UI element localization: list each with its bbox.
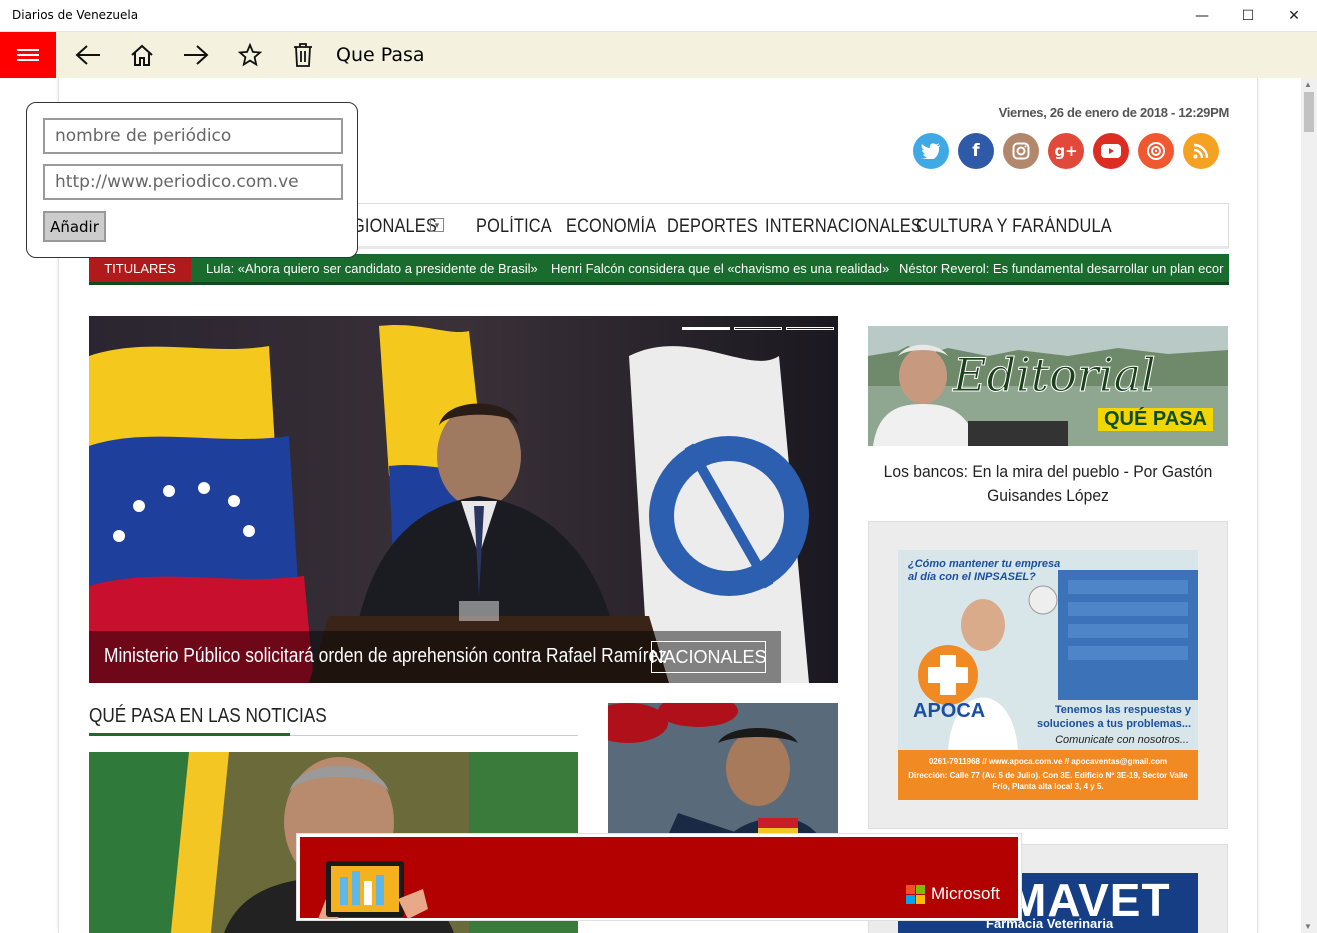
- facebook-icon[interactable]: f: [958, 133, 994, 169]
- social-links: f g+: [913, 133, 1219, 169]
- ticker-headline[interactable]: Néstor Reverol: Es fundamental desarroll…: [899, 261, 1223, 276]
- add-newspaper-popup: Añadir: [26, 102, 358, 258]
- back-button[interactable]: [68, 32, 108, 78]
- youtube-icon[interactable]: [1093, 133, 1129, 169]
- microsoft-ad: Microsoft: [300, 837, 1018, 919]
- editorial-brand: QUÉ PASA: [1098, 408, 1213, 431]
- slider-dot[interactable]: [682, 327, 730, 330]
- window-title: Diarios de Venezuela: [12, 8, 139, 22]
- ticker-headline[interactable]: Lula: «Ahora quiero ser candidato a pres…: [206, 261, 538, 276]
- tablet-illustration: [318, 861, 428, 919]
- microsoft-logo-icon: [906, 884, 925, 904]
- menu-item-deportes[interactable]: DEPORTES: [667, 216, 758, 238]
- apoca-contact: 0261-7911968 // www.apoca.com.ve // apoc…: [928, 757, 1168, 766]
- slider-dots: [682, 327, 834, 330]
- newspaper-url-input[interactable]: [43, 164, 343, 200]
- podcast-icon[interactable]: [1138, 133, 1174, 169]
- menu-item-economia[interactable]: ECONOMÍA: [566, 216, 656, 238]
- maximize-button[interactable]: ☐: [1225, 0, 1271, 32]
- apoca-ad[interactable]: ¿Cómo mantener tu empresa al día con el …: [898, 550, 1198, 800]
- favorite-button[interactable]: [230, 32, 270, 78]
- window-titlebar: Diarios de Venezuela — ☐ ✕: [0, 0, 1317, 32]
- scroll-down-icon[interactable]: ▼: [1304, 922, 1312, 931]
- close-button[interactable]: ✕: [1271, 0, 1317, 32]
- delete-button[interactable]: [283, 32, 323, 78]
- forward-button[interactable]: [176, 32, 216, 78]
- hamburger-menu-button[interactable]: [0, 32, 56, 78]
- site-date: Viernes, 26 de enero de 2018 - 12:29PM: [998, 105, 1230, 120]
- menu-item-regionales[interactable]: GIONALES: [352, 216, 437, 238]
- featured-headline[interactable]: Ministerio Público solicitará orden de a…: [104, 645, 667, 668]
- arrow-right-icon: [184, 45, 209, 65]
- ticker-headline[interactable]: Henri Falcón considera que el «chavismo …: [551, 261, 889, 276]
- menu-item-politica[interactable]: POLÍTICA: [476, 216, 552, 238]
- editorial-caption[interactable]: Los bancos: En la mira del pueblo - Por …: [882, 460, 1213, 508]
- menu-item-internacionales[interactable]: INTERNACIONALES: [765, 216, 922, 238]
- featured-caption: Ministerio Público solicitará orden de a…: [89, 631, 781, 683]
- scroll-up-icon[interactable]: ▲: [1304, 80, 1312, 89]
- google-plus-icon[interactable]: g+: [1048, 133, 1084, 169]
- current-paper-title: Que Pasa: [336, 44, 425, 66]
- svg-text:Editorial: Editorial: [952, 348, 1156, 402]
- hamburger-line: [17, 49, 39, 51]
- newspaper-name-input[interactable]: [43, 118, 343, 154]
- menu-item-cultura[interactable]: CULTURA Y FARÁNDULA: [916, 216, 1112, 238]
- chevron-down-icon[interactable]: ▾: [430, 218, 444, 232]
- trash-icon: [294, 43, 312, 67]
- twitter-icon[interactable]: [913, 133, 949, 169]
- hamburger-line: [17, 54, 39, 56]
- featured-category-tag[interactable]: NACIONALES: [650, 641, 767, 673]
- home-icon: [131, 44, 153, 66]
- arrow-left-icon: [75, 45, 100, 65]
- hamburger-line: [17, 59, 39, 61]
- apoca-address: Dirección: Calle 77 (Av. 5 de Julio). Co…: [908, 771, 1188, 791]
- apoca-brand: APOCA: [913, 700, 986, 722]
- bottom-ad-banner[interactable]: Microsoft: [296, 833, 1022, 921]
- slider-dot[interactable]: [734, 327, 782, 330]
- sidebar-ad-box: ¿Cómo mantener tu empresa al día con el …: [868, 521, 1228, 829]
- instagram-icon[interactable]: [1003, 133, 1039, 169]
- app-toolbar: Que Pasa: [0, 32, 1317, 78]
- editorial-banner[interactable]: Editorial QUÉ PASA: [868, 326, 1228, 446]
- section-title: QUÉ PASA EN LAS NOTICIAS: [89, 705, 327, 727]
- apoca-tagline: Tenemos las respuestas y soluciones a tu…: [1036, 704, 1191, 730]
- vertical-scrollbar[interactable]: ▲ ▼: [1301, 78, 1317, 933]
- ticker-label: TITULARES: [89, 254, 191, 282]
- featured-photo: [89, 316, 838, 683]
- headlines-ticker: TITULARES Lula: «Ahora quiero ser candid…: [89, 254, 1229, 285]
- home-button[interactable]: [122, 32, 162, 78]
- add-newspaper-button[interactable]: Añadir: [43, 211, 106, 242]
- microsoft-brand-text: Microsoft: [931, 884, 1000, 903]
- slider-dot[interactable]: [786, 327, 834, 330]
- rss-icon[interactable]: [1183, 133, 1219, 169]
- minimize-button[interactable]: —: [1179, 0, 1225, 32]
- microsoft-logo: Microsoft: [906, 884, 1000, 904]
- section-accent-line: [89, 733, 290, 736]
- scrollbar-thumb[interactable]: [1304, 92, 1314, 132]
- apoca-cta: Comunicate con nosotros...: [1055, 734, 1189, 746]
- star-icon: [238, 43, 262, 67]
- apoca-headline: ¿Cómo mantener tu empresa al día con el …: [908, 558, 1061, 583]
- featured-story[interactable]: Ministerio Público solicitará orden de a…: [89, 316, 838, 683]
